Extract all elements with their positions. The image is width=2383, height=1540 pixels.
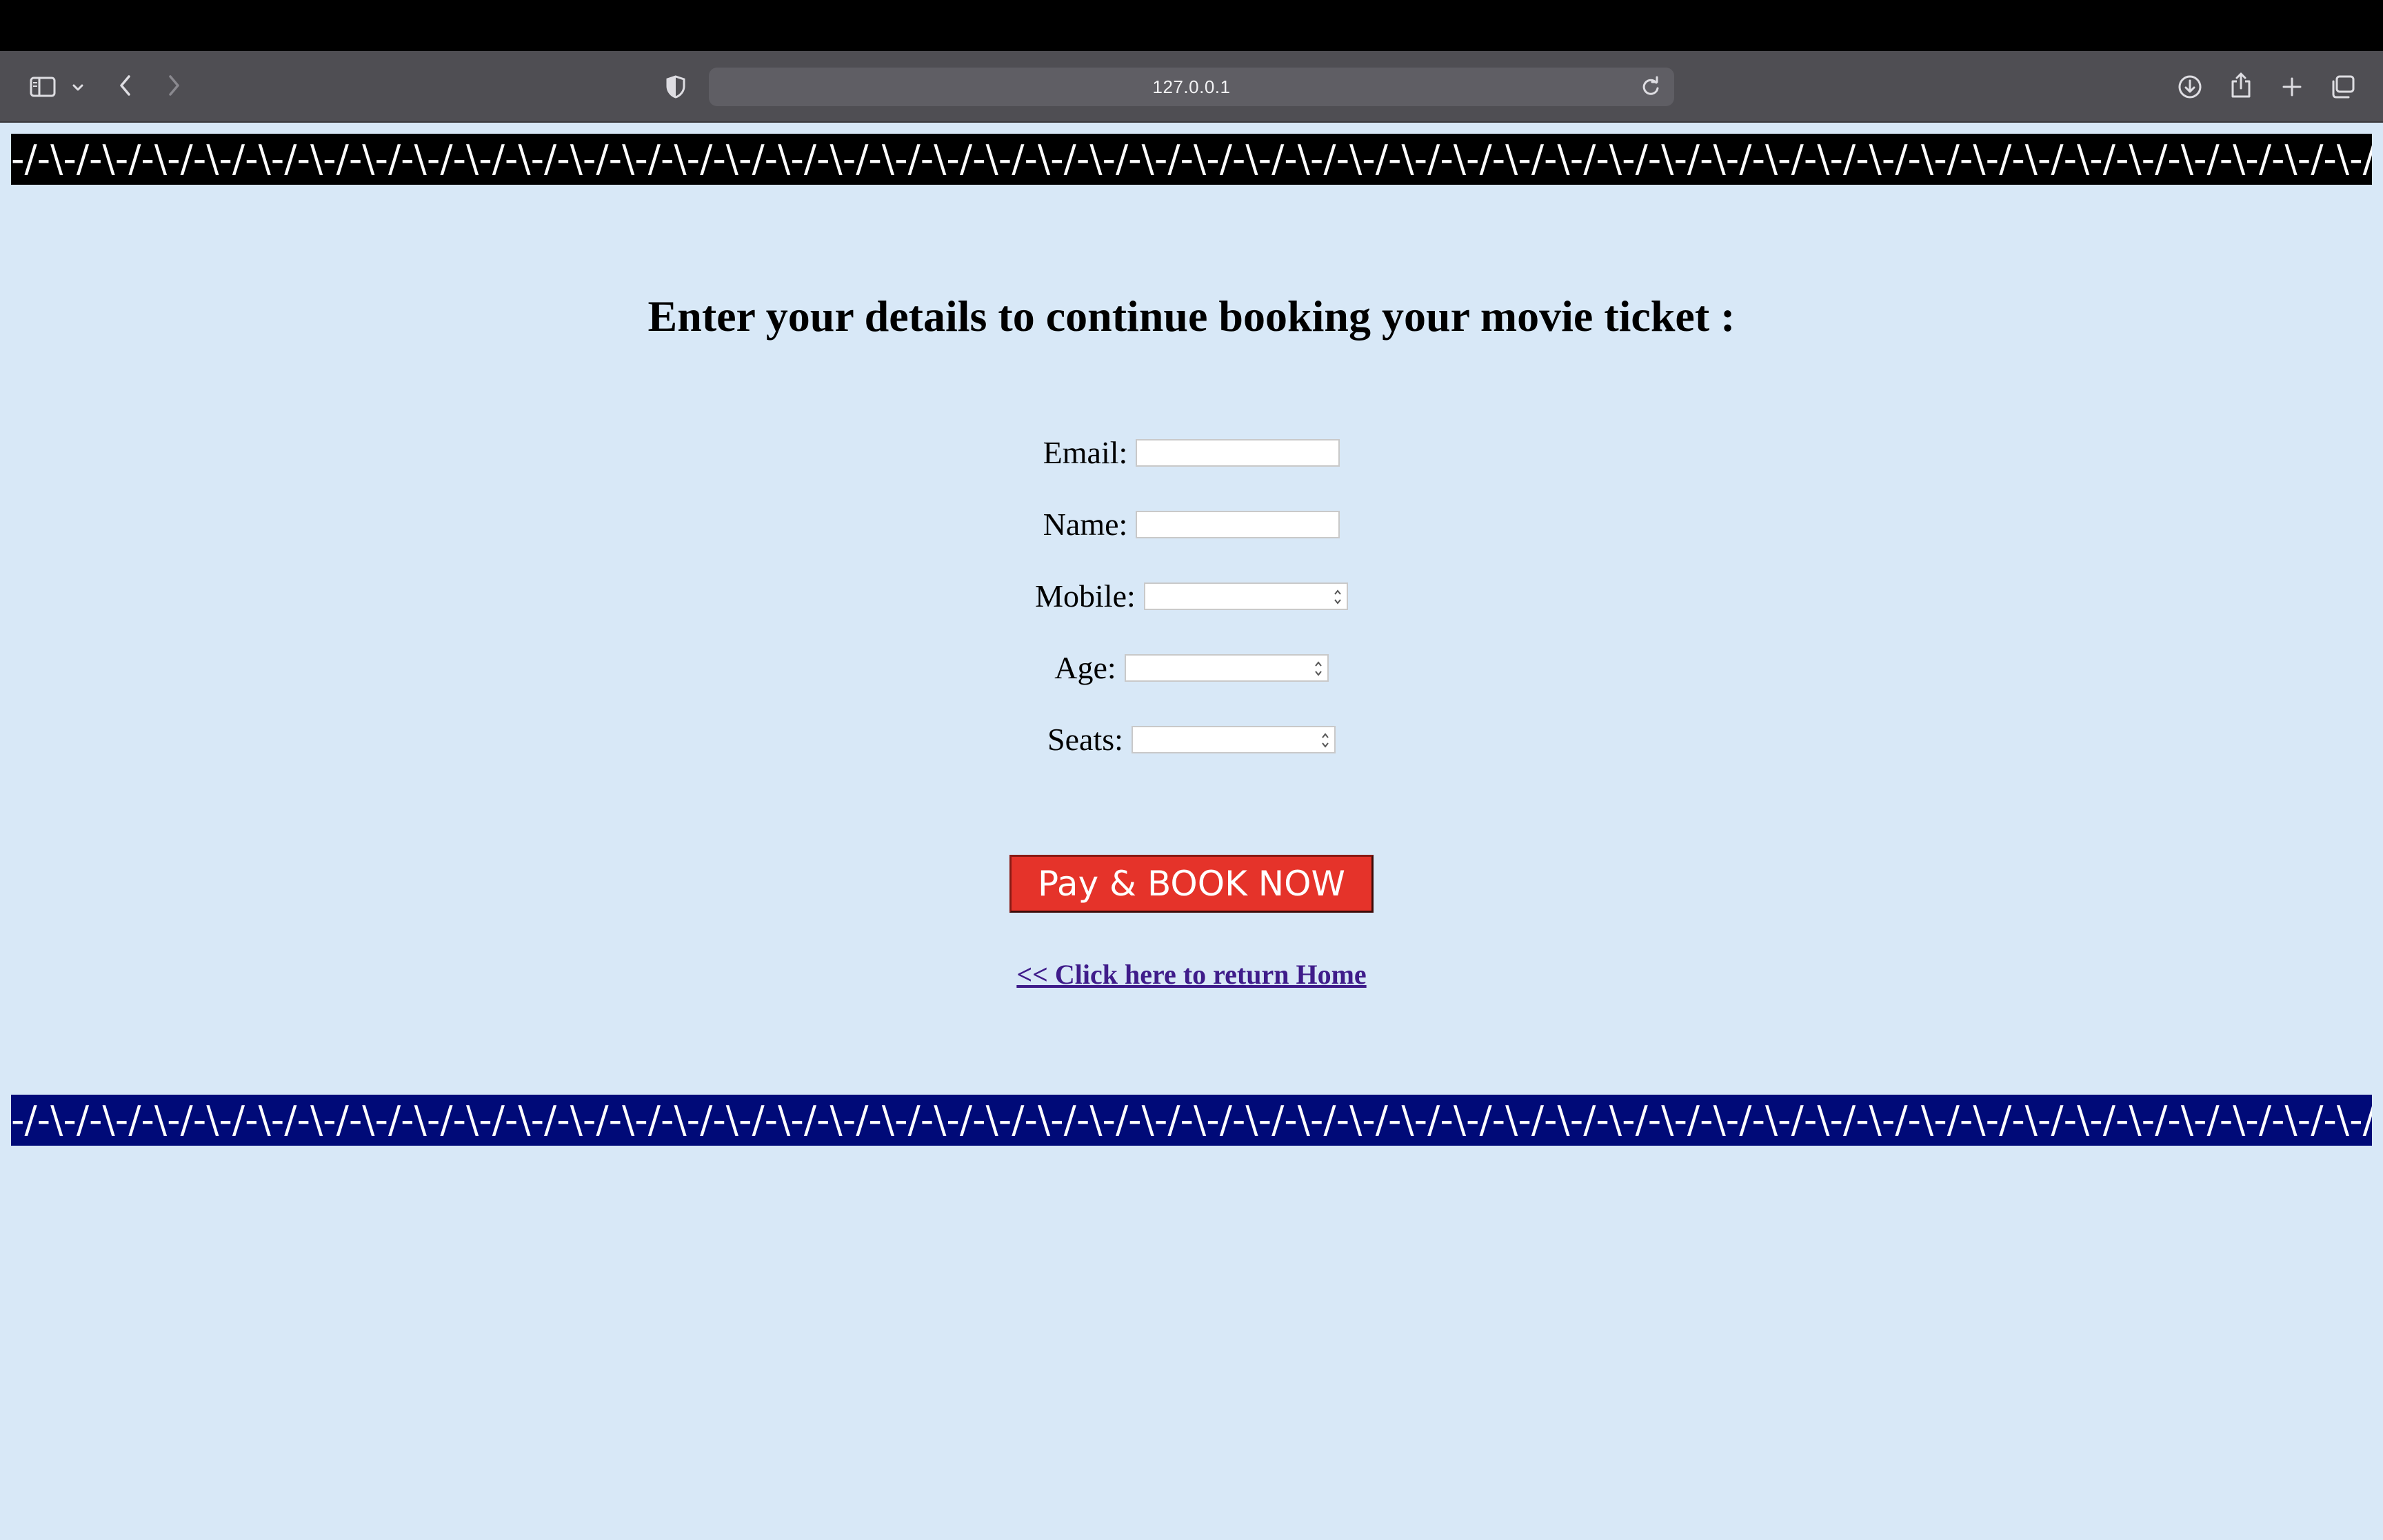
name-row: Name: xyxy=(0,506,2383,543)
seats-label: Seats: xyxy=(1047,722,1123,757)
mobile-label: Mobile: xyxy=(1035,578,1136,614)
stepper-icon[interactable] xyxy=(1314,660,1323,678)
share-icon[interactable] xyxy=(2226,69,2256,102)
stepper-icon[interactable] xyxy=(1320,731,1330,749)
pay-and-book-button[interactable]: Pay & BOOK NOW xyxy=(1009,855,1374,913)
seats-row: Seats: xyxy=(0,721,2383,758)
seats-field[interactable] xyxy=(1131,725,1336,753)
chevron-down-icon[interactable] xyxy=(68,77,88,98)
page-title: Enter your details to continue booking y… xyxy=(647,292,1736,341)
age-label: Age: xyxy=(1054,650,1116,685)
name-field[interactable] xyxy=(1136,510,1340,538)
shield-icon[interactable] xyxy=(662,72,690,102)
age-field[interactable] xyxy=(1124,654,1329,682)
age-row: Age: xyxy=(0,649,2383,686)
mobile-row: Mobile: xyxy=(0,578,2383,614)
sidebar-icon[interactable] xyxy=(28,72,58,102)
address-bar[interactable]: 127.0.0.1 xyxy=(709,68,1674,106)
tabs-overview-icon[interactable] xyxy=(2328,72,2358,102)
marquee-top: -/-\-/-\-/-\-/-\-/-\-/-\-/-\-/-\-/-\-/-\… xyxy=(11,134,2372,185)
email-row: Email: xyxy=(0,434,2383,471)
browser-toolbar: 127.0.0.1 xyxy=(0,51,2383,123)
forward-icon[interactable] xyxy=(160,70,188,101)
email-field[interactable] xyxy=(1136,438,1340,467)
plus-icon[interactable] xyxy=(2277,72,2307,102)
email-label: Email: xyxy=(1043,435,1128,470)
download-icon[interactable] xyxy=(2175,72,2205,102)
name-label: Name: xyxy=(1043,507,1128,542)
mobile-field[interactable] xyxy=(1143,582,1348,610)
reload-icon[interactable] xyxy=(1640,76,1662,98)
return-home-link[interactable]: << Click here to return Home xyxy=(0,958,2383,991)
stepper-icon[interactable] xyxy=(1333,588,1343,606)
marquee-bottom: -/-\-/-\-/-\-/-\-/-\-/-\-/-\-/-\-/-\-/-\… xyxy=(11,1095,2372,1146)
page-content: -/-\-/-\-/-\-/-\-/-\-/-\-/-\-/-\-/-\-/-\… xyxy=(0,123,2383,1540)
back-icon[interactable] xyxy=(112,70,139,101)
url-text: 127.0.0.1 xyxy=(1152,76,1231,97)
screen-top-strip xyxy=(0,0,2383,51)
